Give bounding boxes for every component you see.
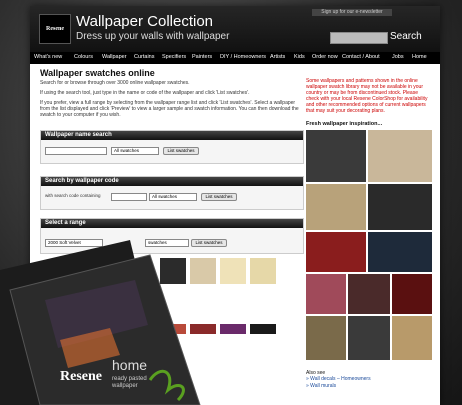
inspiration-image-dark-room[interactable] — [348, 274, 390, 314]
nav-item-home[interactable]: Home — [412, 54, 427, 60]
inspiration-image-pattern[interactable] — [306, 184, 366, 230]
nav-item-artists[interactable]: Artists — [270, 54, 285, 60]
brochure-line2: ready pasted — [112, 376, 147, 382]
inspiration-image-curtain[interactable] — [392, 316, 432, 360]
inspiration-image-lounge[interactable] — [368, 184, 432, 230]
nav-item-curtains[interactable]: Curtains — [134, 54, 154, 60]
resene-logo[interactable]: Resene — [39, 14, 71, 44]
inspiration-image-library[interactable] — [348, 316, 390, 360]
nav-item-diy-homeowners[interactable]: DIY / Homeowners — [220, 54, 266, 60]
link-wall-murals[interactable]: » Wall murals — [306, 383, 336, 389]
nav-item-wallpaper[interactable]: Wallpaper — [102, 54, 127, 60]
site-header: Resene Wallpaper Collection Dress up you… — [30, 6, 440, 52]
availability-note: Some wallpapers and patterns shown in th… — [306, 78, 428, 114]
wallpaper-swatch[interactable] — [250, 258, 276, 284]
main-nav: What's new Colours Wallpaper Curtains Sp… — [30, 52, 440, 64]
inspiration-image-red-wall[interactable] — [392, 274, 432, 314]
page-title: Wallpaper swatches online — [40, 68, 155, 78]
nav-item-jobs[interactable]: Jobs — [392, 54, 404, 60]
nav-item-kids[interactable]: Kids — [294, 54, 305, 60]
intro-text-3: If you prefer, view a full range by sele… — [40, 100, 299, 118]
site-title: Wallpaper Collection — [76, 13, 214, 30]
nav-item-specifiers[interactable]: Specifiers — [162, 54, 186, 60]
brochure-line1: home — [112, 357, 147, 373]
name-search-title: Wallpaper name search — [41, 131, 303, 140]
wallpaper-swatch[interactable] — [220, 324, 246, 334]
search-input[interactable] — [330, 32, 388, 44]
inspiration-image-stairs[interactable] — [368, 130, 432, 182]
site-subtitle: Dress up your walls with wallpaper — [76, 31, 230, 42]
inspiration-image-blue-room[interactable] — [368, 232, 432, 272]
wallpaper-swatch[interactable] — [250, 324, 276, 334]
link-wall-decals[interactable]: » Wall decals – Homeowners — [306, 376, 371, 382]
inspiration-image-bedroom[interactable] — [306, 130, 366, 182]
nav-item-painters[interactable]: Painters — [192, 54, 212, 60]
nav-item-colours[interactable]: Colours — [74, 54, 93, 60]
inspiration-image-floral[interactable] — [306, 274, 346, 314]
newsletter-link[interactable]: Sign up for our e-newsletter — [312, 9, 392, 16]
code-search-select[interactable]: All swatches — [149, 193, 197, 201]
inspiration-image-damask[interactable] — [306, 316, 346, 360]
code-search-panel: Search by wallpaper code with search cod… — [40, 176, 304, 210]
intro-text-1: Search for or browse through over 3000 o… — [40, 80, 190, 86]
nav-item-contact-about[interactable]: Contact / About — [342, 54, 380, 60]
inspiration-title: Fresh wallpaper inspiration... — [306, 121, 383, 127]
name-search-panel: Wallpaper name search All swatches List … — [40, 130, 304, 164]
intro-text-2: If using the search tool, just type in t… — [40, 90, 250, 96]
brochure-graphic: Resene home ready pasted wallpaper — [0, 240, 201, 405]
nav-item-whats-new[interactable]: What's new — [34, 54, 62, 60]
search-button[interactable]: Search — [390, 31, 422, 42]
code-search-label: with search code containing — [45, 193, 101, 198]
name-search-input[interactable] — [45, 147, 107, 155]
inspiration-image-red-chair[interactable] — [306, 232, 366, 272]
brochure-line3: wallpaper — [111, 383, 138, 389]
wallpaper-swatch[interactable] — [220, 258, 246, 284]
code-search-input[interactable] — [111, 193, 147, 201]
code-list-swatches-button[interactable]: List swatches — [201, 193, 237, 201]
range-title: Select a range — [41, 219, 303, 228]
nav-item-order-now[interactable]: Order now — [312, 54, 338, 60]
name-search-select[interactable]: All swatches — [111, 147, 159, 155]
code-search-title: Search by wallpaper code — [41, 177, 303, 186]
brochure-brand: Resene — [60, 369, 102, 384]
name-list-swatches-button[interactable]: List swatches — [163, 147, 199, 155]
